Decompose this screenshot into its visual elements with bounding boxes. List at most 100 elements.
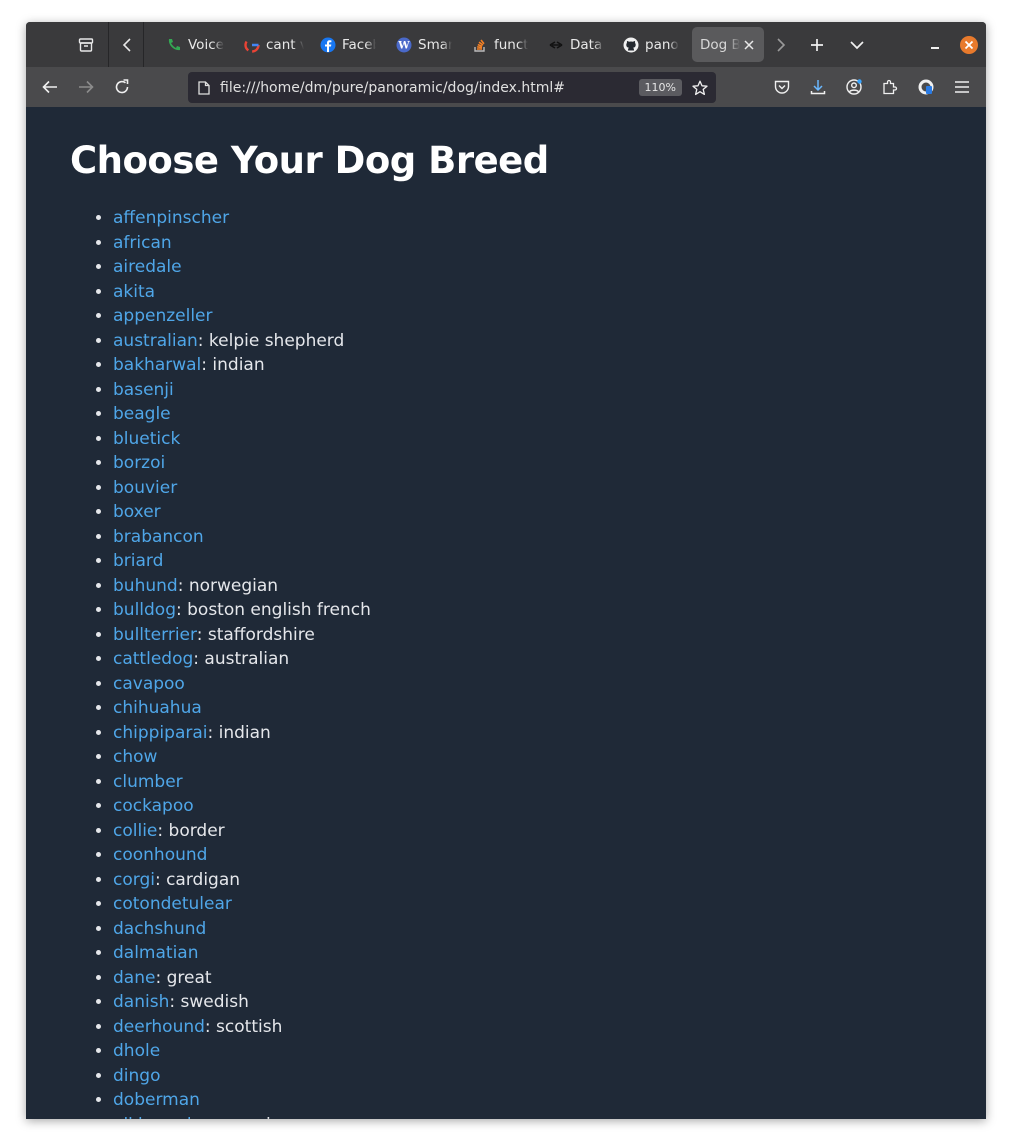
account-button[interactable] xyxy=(838,71,870,103)
breed-link[interactable]: elkhound xyxy=(113,1115,192,1120)
new-tab-button[interactable] xyxy=(806,22,828,67)
breed-link[interactable]: danish xyxy=(113,992,169,1012)
sub-breeds-text: : cardigan xyxy=(154,869,241,890)
breed-list-item: chippiparai: indian xyxy=(113,721,371,746)
page-icon xyxy=(198,80,210,95)
sub-breeds-text: : scottish xyxy=(204,1016,283,1037)
breed-link[interactable]: boxer xyxy=(113,502,161,522)
tab-title: Voice xyxy=(188,36,224,53)
breed-list-item: basenji xyxy=(113,378,371,403)
breed-link[interactable]: dhole xyxy=(113,1041,160,1061)
breed-link[interactable]: cattledog xyxy=(113,649,193,669)
breed-link[interactable]: collie xyxy=(113,821,157,841)
breed-link[interactable]: coonhound xyxy=(113,845,207,865)
breed-link[interactable]: australian xyxy=(113,331,198,351)
breed-link[interactable]: chow xyxy=(113,747,157,767)
extensions-button[interactable] xyxy=(874,71,906,103)
breed-link[interactable]: cavapoo xyxy=(113,674,185,694)
tab-voice[interactable]: Voice xyxy=(166,27,230,62)
breed-list-item: cattledog: australian xyxy=(113,647,371,672)
tab-overview-button[interactable] xyxy=(74,22,98,67)
breed-list-item: borzoi xyxy=(113,451,371,476)
minimize-button[interactable] xyxy=(924,22,946,67)
breed-link[interactable]: bulldog xyxy=(113,600,176,620)
tab-stackoverflow[interactable]: funct xyxy=(472,27,528,62)
bookmark-star-icon[interactable] xyxy=(692,80,708,96)
breed-link[interactable]: deerhound xyxy=(113,1017,205,1037)
close-window-button[interactable] xyxy=(958,22,980,67)
breed-link[interactable]: african xyxy=(113,233,172,253)
breed-list-item: australian: kelpie shepherd xyxy=(113,329,371,354)
breed-link[interactable]: bakharwal xyxy=(113,355,201,375)
plus-icon xyxy=(811,38,823,51)
scroll-tabs-right-button[interactable] xyxy=(770,22,792,67)
address-bar[interactable]: file:///home/dm/pure/panoramic/dog/index… xyxy=(188,72,716,103)
breed-link[interactable]: dingo xyxy=(113,1066,160,1086)
breed-link[interactable]: chippiparai xyxy=(113,723,208,743)
breed-link[interactable]: bouvier xyxy=(113,478,177,498)
back-button[interactable] xyxy=(34,71,66,103)
breed-link[interactable]: brabancon xyxy=(113,527,204,547)
breed-list-item: doberman xyxy=(113,1088,371,1113)
scroll-tabs-left-button[interactable] xyxy=(116,22,138,67)
extension-button[interactable] xyxy=(910,71,942,103)
facebook-icon xyxy=(320,37,336,53)
breed-list-item: deerhound: scottish xyxy=(113,1015,371,1040)
breed-link[interactable]: affenpinscher xyxy=(113,208,229,228)
list-all-tabs-button[interactable] xyxy=(846,22,868,67)
breed-link[interactable]: briard xyxy=(113,551,163,571)
breed-list-item: boxer xyxy=(113,500,371,525)
tab-title: Smar xyxy=(418,36,452,53)
breed-link[interactable]: buhund xyxy=(113,576,178,596)
url-text[interactable]: file:///home/dm/pure/panoramic/dog/index… xyxy=(220,80,639,96)
breed-list-item: beagle xyxy=(113,402,371,427)
close-tab-icon[interactable] xyxy=(744,39,754,50)
breed-list-item: elkhound: norwegian xyxy=(113,1113,371,1120)
sub-breeds-text: : indian xyxy=(201,355,265,375)
tab-dog-breed-active[interactable]: Dog Br xyxy=(692,27,764,62)
breed-link[interactable]: clumber xyxy=(113,772,183,792)
breed-list-item: dhole xyxy=(113,1039,371,1064)
breed-link[interactable]: beagle xyxy=(113,404,171,424)
breed-link[interactable]: chihuahua xyxy=(113,698,202,718)
breed-list-item: chihuahua xyxy=(113,696,371,721)
tab-facebook[interactable]: Faceb xyxy=(320,27,376,62)
breed-link[interactable]: cockapoo xyxy=(113,796,194,816)
app-menu-button[interactable] xyxy=(946,71,978,103)
breed-link[interactable]: corgi xyxy=(113,870,155,890)
pocket-button[interactable] xyxy=(766,71,798,103)
breed-link[interactable]: basenji xyxy=(113,380,174,400)
breed-link[interactable]: bullterrier xyxy=(113,625,197,645)
forward-button[interactable] xyxy=(70,71,102,103)
breed-link[interactable]: airedale xyxy=(113,257,182,277)
reload-button[interactable] xyxy=(106,71,138,103)
breed-list-item: bakharwal: indian xyxy=(113,353,371,378)
tab-google[interactable]: cant v xyxy=(244,27,304,62)
breed-link[interactable]: dachshund xyxy=(113,919,206,939)
sub-breeds-text: : great xyxy=(155,967,212,988)
sub-breeds-text: : swedish xyxy=(169,992,249,1012)
chevron-down-icon xyxy=(850,40,864,49)
breed-list-item: affenpinscher xyxy=(113,206,371,231)
breed-link[interactable]: doberman xyxy=(113,1090,200,1110)
breed-link[interactable]: bluetick xyxy=(113,429,180,449)
pocket-icon xyxy=(774,80,790,94)
breed-list-item: bulldog: boston english french xyxy=(113,598,371,623)
tab-datasette[interactable]: Data. xyxy=(548,27,604,62)
zoom-level-indicator[interactable]: 110% xyxy=(638,79,682,96)
arrow-left-icon xyxy=(42,80,57,94)
tab-wordpress[interactable]: W Smar xyxy=(396,27,452,62)
breed-list-item: clumber xyxy=(113,770,371,795)
breed-link[interactable]: akita xyxy=(113,282,155,302)
tab-github[interactable]: pano xyxy=(623,27,681,62)
breed-link[interactable]: appenzeller xyxy=(113,306,213,326)
downloads-button[interactable] xyxy=(802,71,834,103)
minimize-icon xyxy=(931,46,939,49)
breed-link[interactable]: cotondetulear xyxy=(113,894,232,914)
breed-list-item: bullterrier: staffordshire xyxy=(113,623,371,648)
breed-link[interactable]: dane xyxy=(113,968,155,988)
sub-breeds-text: : kelpie shepherd xyxy=(197,330,345,351)
breed-link[interactable]: borzoi xyxy=(113,453,165,473)
breed-link[interactable]: dalmatian xyxy=(113,943,199,963)
svg-text:W: W xyxy=(397,40,410,51)
